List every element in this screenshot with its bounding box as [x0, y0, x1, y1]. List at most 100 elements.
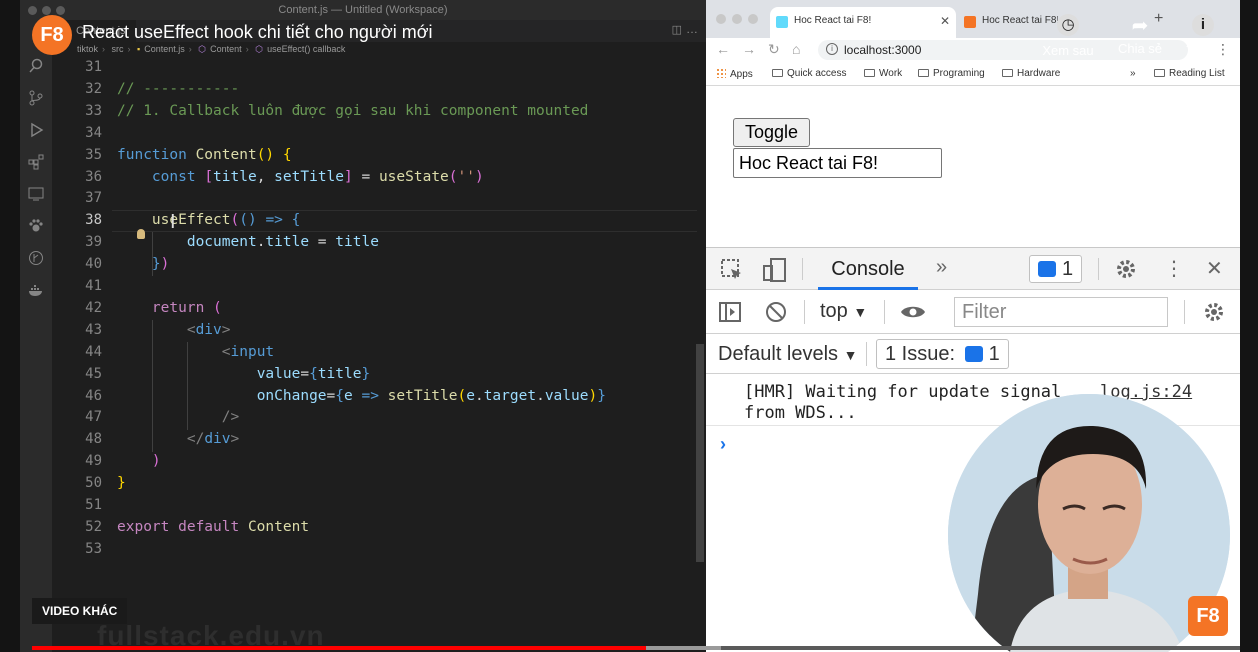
line-number: 52	[85, 518, 102, 535]
video-progress-bar[interactable]	[32, 646, 1240, 650]
watch-later-button[interactable]: ◷ Xem sau	[1038, 14, 1098, 58]
divider	[802, 258, 803, 280]
minimize-window-dot[interactable]	[732, 14, 742, 24]
bookmark-hardware[interactable]: Hardware	[1002, 68, 1060, 79]
reading-list[interactable]: Reading List	[1154, 68, 1225, 79]
code-line[interactable]: useEffect(() => {	[117, 209, 300, 231]
kebab-menu-icon[interactable]: ⋮	[1164, 256, 1184, 281]
code-line[interactable]: value={title}	[117, 363, 371, 385]
breadcrumb-item[interactable]: Content	[210, 44, 242, 54]
line-number: 41	[85, 278, 102, 294]
code-line[interactable]: onChange={e => setTitle(e.target.value)}	[117, 385, 606, 407]
editor-scrollbar[interactable]	[696, 344, 704, 562]
close-icon[interactable]: ✕	[1206, 256, 1223, 281]
gear-icon[interactable]	[1114, 257, 1138, 281]
code-token: Content	[195, 146, 257, 163]
remote-explorer-icon[interactable]	[28, 186, 44, 202]
git-graph-icon[interactable]	[28, 250, 44, 266]
close-tab-icon[interactable]: ✕	[940, 14, 950, 28]
device-toolbar-icon[interactable]	[762, 257, 788, 283]
source-control-icon[interactable]	[28, 90, 44, 106]
other-videos-button[interactable]: VIDEO KHÁC	[32, 598, 128, 624]
code-line[interactable]: </div>	[117, 428, 239, 450]
lightbulb-icon[interactable]	[137, 229, 145, 239]
console-prompt-chevron-icon[interactable]: ›	[720, 434, 726, 455]
chevron-right-icon: ›	[127, 44, 131, 54]
code-token: const	[151, 168, 205, 185]
bookmark-programing[interactable]: Programing	[918, 68, 985, 79]
messages-badge[interactable]: 1	[1029, 255, 1083, 283]
sidebar-toggle-icon[interactable]	[718, 300, 742, 324]
site-info-icon[interactable]: i	[826, 43, 838, 55]
filter-input[interactable]: Filter	[954, 297, 1168, 327]
inspect-element-icon[interactable]	[720, 258, 744, 282]
info-button[interactable]: i Thô...	[1178, 14, 1228, 58]
code-line[interactable]: return (	[117, 297, 222, 319]
console-settings-gear-icon[interactable]	[1202, 300, 1226, 324]
paw-icon[interactable]	[28, 218, 44, 234]
code-line[interactable]: }	[117, 472, 126, 494]
tab-console[interactable]: Console	[818, 248, 918, 290]
breadcrumb-item[interactable]: useEffect() callback	[267, 44, 345, 54]
docker-icon[interactable]	[28, 282, 44, 298]
code-line[interactable]: })	[117, 253, 169, 275]
close-window-dot[interactable]	[716, 14, 726, 24]
code-editor[interactable]: 31 32 33 34 35 36 37 38 39 40 41 42 43 44 45 46 47 48 49 50…	[52, 56, 706, 652]
code-token: }	[597, 387, 606, 404]
code-line[interactable]: <div>	[117, 319, 231, 341]
maximize-window-dot[interactable]	[56, 6, 65, 15]
line-number: 37	[85, 190, 102, 207]
code-line[interactable]: />	[117, 406, 239, 428]
code-token: useState	[378, 168, 449, 185]
more-actions-icon[interactable]: …	[686, 22, 698, 36]
home-icon[interactable]: ⌂	[792, 41, 800, 57]
bookmark-work[interactable]: Work	[864, 68, 902, 79]
default-levels-dropdown[interactable]: Default levels ▼	[718, 343, 857, 366]
chevron-more-icon[interactable]: »	[1130, 68, 1136, 79]
code-line[interactable]: // -----------	[117, 78, 239, 100]
bookmark-quick-access[interactable]: Quick access	[772, 68, 846, 79]
code-token: )	[151, 453, 161, 470]
close-window-dot[interactable]	[28, 6, 37, 15]
code-line[interactable]: )	[117, 450, 161, 472]
bookmark-apps[interactable]: Apps	[716, 68, 753, 80]
more-tabs-icon[interactable]: »	[936, 256, 947, 279]
code-line[interactable]: <input	[117, 341, 274, 363]
minimize-window-dot[interactable]	[42, 6, 51, 15]
issues-button[interactable]: 1 Issue: 1	[876, 339, 1009, 369]
progress-played	[32, 646, 646, 650]
code-line[interactable]: function Content() {	[117, 144, 292, 166]
browser-tab-active[interactable]: Hoc React tai F8! ✕	[770, 7, 956, 38]
code-line[interactable]: // 1. Callback luôn được gọi sau khi com…	[117, 100, 588, 122]
breadcrumb-item[interactable]: src	[112, 44, 124, 54]
code-line[interactable]: document.title = title	[117, 231, 379, 253]
f8-logo: F8	[1188, 596, 1228, 636]
code-token: export	[117, 518, 179, 535]
toggle-button[interactable]: Toggle	[733, 118, 810, 147]
code-token: </	[186, 431, 205, 448]
breadcrumb-item[interactable]: Content.js	[144, 44, 185, 54]
breadcrumb-item[interactable]: tiktok	[77, 44, 98, 54]
maximize-window-dot[interactable]	[748, 14, 758, 24]
extensions-icon[interactable]	[28, 154, 44, 170]
code-token: (	[457, 387, 467, 404]
forward-icon[interactable]: →	[742, 41, 756, 57]
eye-icon[interactable]	[899, 300, 927, 324]
search-icon[interactable]	[28, 58, 44, 74]
share-button[interactable]: ➦ Chia sẻ	[1110, 14, 1170, 56]
context-selector[interactable]: top ▼	[820, 300, 867, 323]
title-input[interactable]: Hoc React tai F8!	[733, 148, 942, 178]
clear-console-icon[interactable]	[764, 300, 788, 324]
code-token: input	[230, 343, 275, 360]
code-line[interactable]: const [title, setTitle] = useState('')	[117, 166, 484, 188]
code-line[interactable]: export default Content	[117, 516, 309, 538]
code-token: >	[221, 321, 231, 338]
reload-icon[interactable]: ↻	[768, 41, 780, 58]
code-token: value	[544, 387, 589, 404]
channel-logo[interactable]: F8	[32, 15, 72, 55]
back-icon[interactable]: ←	[716, 41, 730, 57]
split-editor-icon[interactable]: ◫	[672, 23, 682, 36]
video-title[interactable]: React useEffect hook chi tiết cho người …	[82, 22, 433, 43]
run-debug-icon[interactable]	[28, 122, 44, 138]
